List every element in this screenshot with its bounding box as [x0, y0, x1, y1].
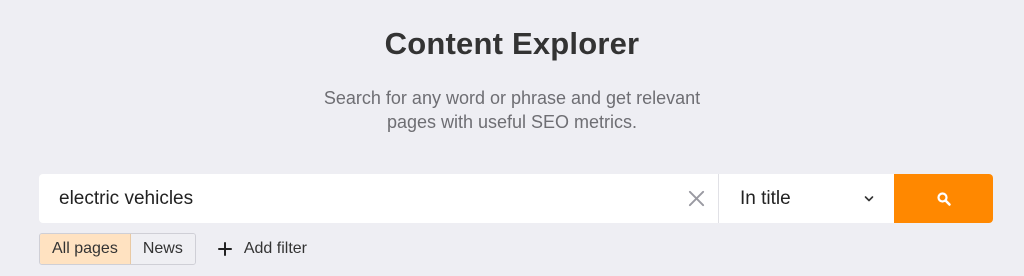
- add-filter-label: Add filter: [243, 240, 307, 257]
- plus-icon: [217, 242, 232, 256]
- tab-news[interactable]: News: [130, 234, 195, 264]
- search-mode-label: In title: [740, 187, 791, 209]
- chevron-down-icon: [864, 196, 874, 202]
- content-explorer-page: Content Explorer Search for any word or …: [0, 0, 1024, 276]
- page-subtitle: Search for any word or phrase and get re…: [262, 86, 762, 134]
- subtitle-line-2: pages with useful SEO metrics.: [386, 112, 638, 132]
- search-bar: In title: [39, 174, 993, 223]
- add-filter-button[interactable]: Add filter: [217, 240, 307, 258]
- tab-all-pages[interactable]: All pages: [40, 234, 131, 264]
- search-mode-select[interactable]: In title: [719, 174, 894, 223]
- page-type-toggle: All pages News: [39, 233, 196, 265]
- filter-bar: All pages News Add filter: [39, 233, 307, 265]
- search-input[interactable]: [39, 174, 718, 223]
- search-icon: [936, 191, 951, 206]
- search-button[interactable]: [894, 174, 993, 223]
- subtitle-line-1: Search for any word or phrase and get re…: [323, 88, 701, 108]
- close-icon[interactable]: [687, 189, 706, 208]
- page-title: Content Explorer: [384, 26, 640, 61]
